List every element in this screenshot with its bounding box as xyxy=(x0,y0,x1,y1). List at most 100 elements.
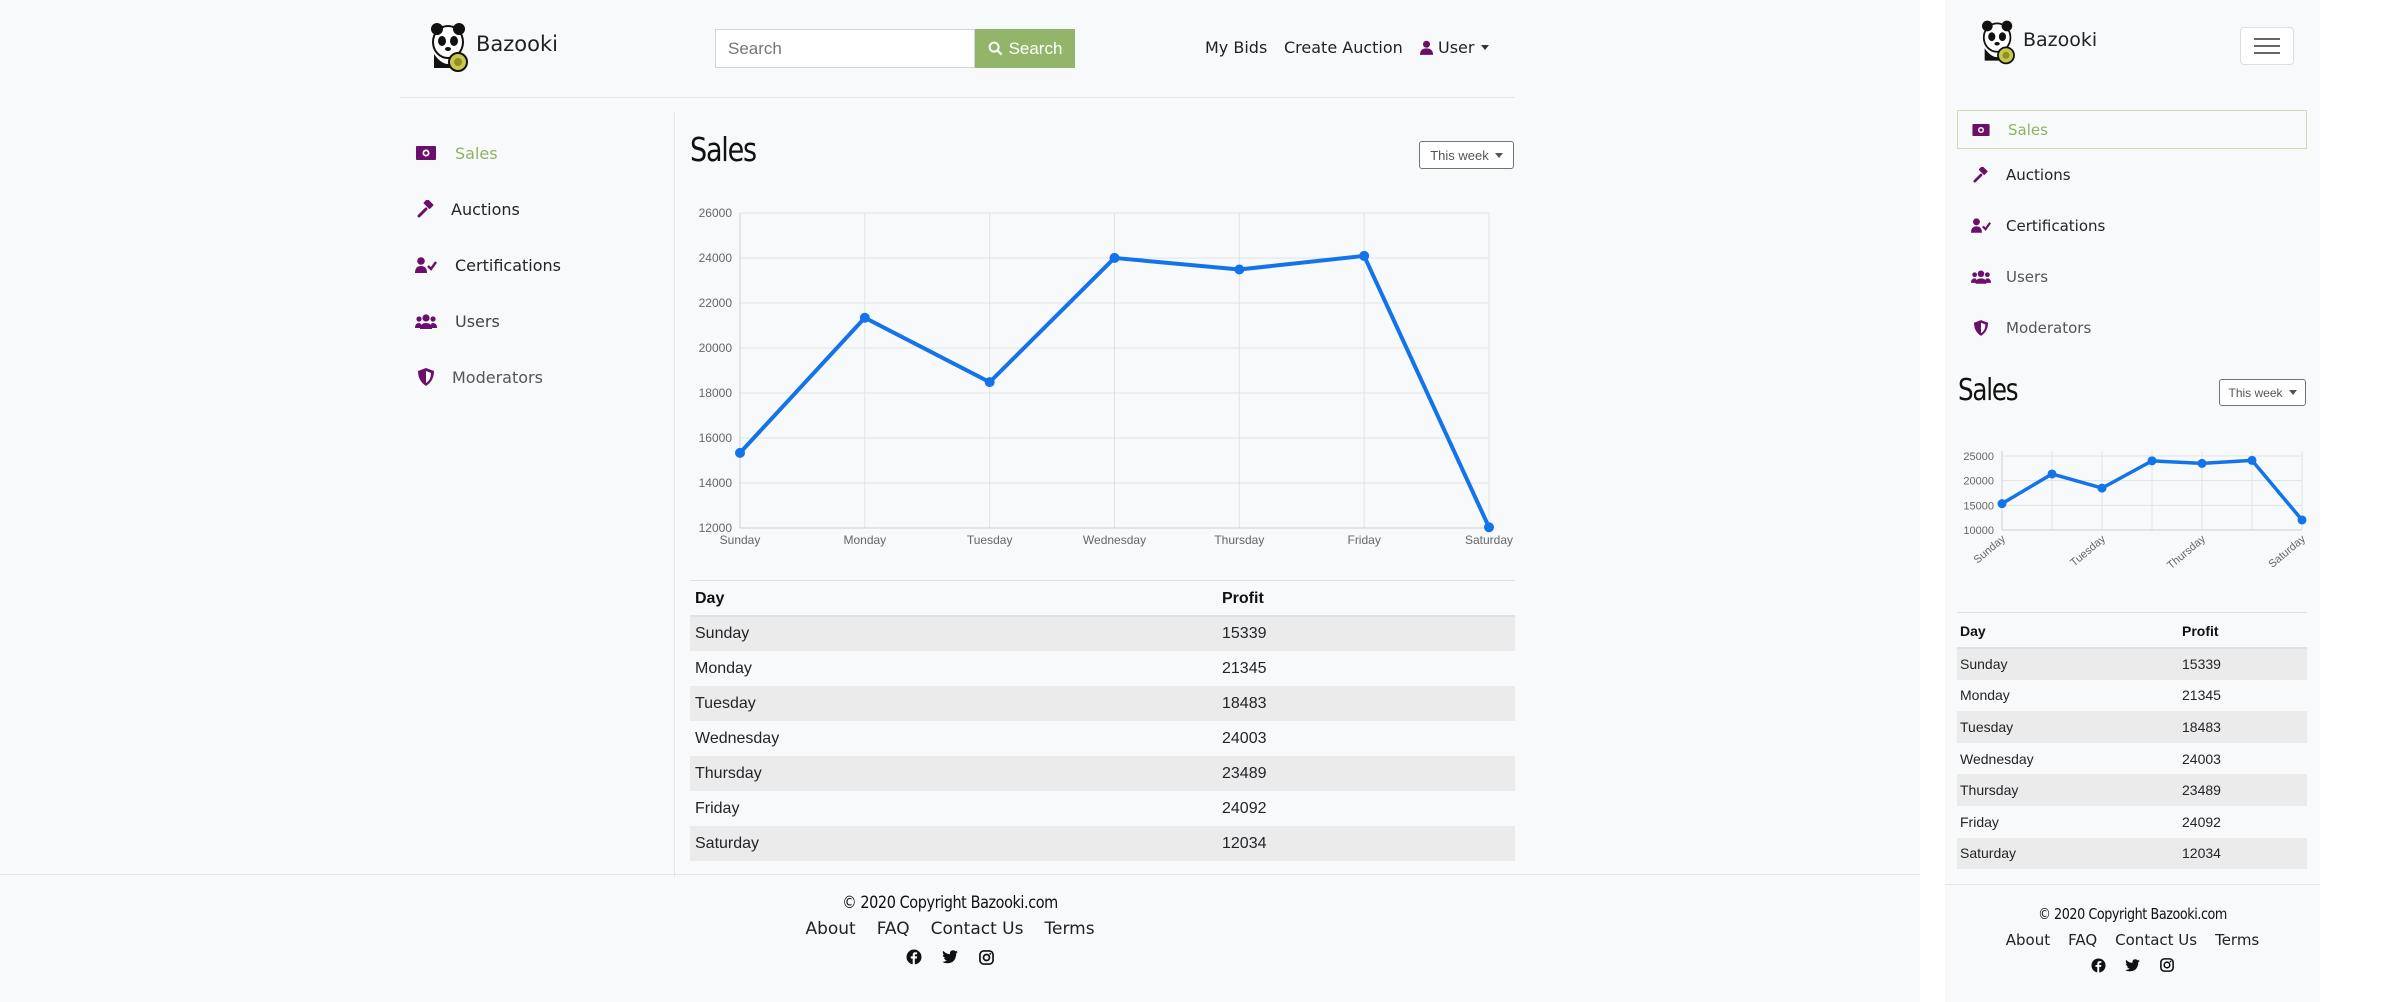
facebook-icon[interactable] xyxy=(905,948,923,966)
x-tick-label: Saturday xyxy=(2266,533,2307,571)
table-cell-profit: 24092 xyxy=(1222,799,1267,817)
header-divider xyxy=(400,97,1515,98)
mobile-period-dropdown[interactable]: This week xyxy=(2219,379,2306,406)
period-dropdown-label: This week xyxy=(1430,147,1489,163)
table-cell-day: Friday xyxy=(695,799,740,817)
table-cell-profit: 12034 xyxy=(2182,845,2221,862)
y-tick-label: 10000 xyxy=(1963,525,1994,537)
data-point xyxy=(1109,252,1120,263)
x-tick-label: Thursday xyxy=(2165,533,2208,572)
mobile-sales-line-chart: 10000 15000 20000 25000 Sunday Tuesday Thursda… xyxy=(1963,451,2307,572)
mobile-sidebar-item-moderators[interactable]: Moderators xyxy=(1957,302,2307,353)
table-cell-day: Friday xyxy=(1960,813,1999,830)
hamburger-icon-bar xyxy=(2254,45,2280,47)
sidebar-item-auctions[interactable]: Auctions xyxy=(415,181,665,237)
table-row: Friday 24092 xyxy=(690,791,1515,826)
menu-toggle-button[interactable] xyxy=(2240,27,2294,65)
table-cell-profit: 18483 xyxy=(1222,694,1267,712)
sales-line-chart: 1200014000160001800020000220002400026000… xyxy=(699,206,1513,547)
user-icon xyxy=(1420,40,1433,55)
x-tick-label: Friday xyxy=(1347,533,1380,547)
x-tick-label: Tuesday xyxy=(967,533,1013,547)
sidebar-item-users[interactable]: Users xyxy=(415,293,665,349)
footer-link-faq[interactable]: FAQ xyxy=(2068,931,2097,949)
twitter-icon[interactable] xyxy=(2124,956,2142,974)
y-tick-label: 22000 xyxy=(699,296,733,310)
table-cell-day: Monday xyxy=(1960,687,2010,704)
period-dropdown[interactable]: This week xyxy=(1419,141,1514,169)
x-tick-label: Thursday xyxy=(1214,533,1264,547)
search-button-label: Search xyxy=(1008,38,1063,58)
mobile-brand-name[interactable]: Bazooki xyxy=(2023,29,2097,51)
hamburger-icon-bar xyxy=(2254,52,2280,54)
mobile-footer: © 2020 Copyright Bazooki.com About FAQ C… xyxy=(1945,905,2320,974)
footer-link-about[interactable]: About xyxy=(805,919,855,939)
data-point xyxy=(735,447,745,458)
table-cell-day: Saturday xyxy=(695,834,760,852)
table-cell-profit: 12034 xyxy=(1222,834,1267,852)
sidebar-item-label: Users xyxy=(2006,267,2049,286)
table-cell-day: Monday xyxy=(695,659,752,677)
y-tick-label: 15000 xyxy=(1963,500,1994,512)
gavel-icon xyxy=(1970,165,1992,185)
mobile-sidebar-item-users[interactable]: Users xyxy=(1957,251,2307,302)
sidebar-item-label: Moderators xyxy=(2006,318,2092,337)
instagram-icon[interactable] xyxy=(977,948,995,966)
x-tick-label: Wednesday xyxy=(1083,533,1146,547)
x-tick-label: Sunday xyxy=(720,533,761,547)
chevron-down-icon xyxy=(1481,45,1490,50)
footer-link-faq[interactable]: FAQ xyxy=(877,919,910,939)
table-header-row: Day Profit xyxy=(690,582,1515,616)
users-icon xyxy=(1970,267,1992,287)
table-row: Tuesday 18483 xyxy=(690,686,1515,721)
table-cell-day: Tuesday xyxy=(695,694,756,712)
search-button[interactable]: Search xyxy=(975,29,1075,68)
mobile-sidebar-item-auctions[interactable]: Auctions xyxy=(1957,149,2307,200)
table-header-row: Day Profit xyxy=(1957,614,2307,648)
sidebar-item-label: Users xyxy=(455,311,500,331)
panda-logo-icon xyxy=(1982,20,2015,65)
shield-icon xyxy=(415,367,437,387)
column-header-profit: Profit xyxy=(1222,589,1264,607)
data-point xyxy=(1234,264,1245,275)
footer-link-terms[interactable]: Terms xyxy=(1045,919,1095,939)
column-header-profit: Profit xyxy=(2182,622,2219,639)
footer-link-contact[interactable]: Contact Us xyxy=(2115,931,2197,949)
search-input[interactable] xyxy=(715,29,975,68)
panda-logo-icon xyxy=(431,23,468,72)
mobile-brand-logo[interactable] xyxy=(1979,18,2017,66)
table-row: Wednesday 24003 xyxy=(1957,743,2307,775)
facebook-icon[interactable] xyxy=(2090,956,2108,974)
data-point xyxy=(2047,469,2057,479)
mobile-sidebar-item-certifications[interactable]: Certifications xyxy=(1957,200,2307,251)
nav-user-dropdown[interactable]: User xyxy=(1420,38,1490,57)
y-tick-label: 20000 xyxy=(1963,476,1994,488)
chevron-down-icon xyxy=(2288,390,2297,395)
nav-my-bids[interactable]: My Bids xyxy=(1205,38,1267,57)
table-cell-profit: 24003 xyxy=(2182,750,2221,767)
table-row: Thursday 23489 xyxy=(690,756,1515,791)
brand-name[interactable]: Bazooki xyxy=(476,32,558,56)
instagram-icon[interactable] xyxy=(2158,956,2176,974)
sidebar-item-sales[interactable]: Sales xyxy=(415,125,665,181)
footer-link-terms[interactable]: Terms xyxy=(2215,931,2259,949)
footer-link-about[interactable]: About xyxy=(2006,931,2050,949)
table-cell-profit: 24003 xyxy=(1222,729,1267,747)
search-icon xyxy=(988,41,1002,56)
table-cell-day: Sunday xyxy=(695,625,750,642)
sidebar-item-certifications[interactable]: Certifications xyxy=(415,237,665,293)
data-point xyxy=(1484,522,1494,533)
mobile-sidebar-item-sales[interactable]: Sales xyxy=(1957,110,2307,149)
table-row: Tuesday 18483 xyxy=(1957,711,2307,743)
mobile-page-title: Sales xyxy=(1958,373,2019,408)
table-row: Sunday 15339 xyxy=(1957,648,2307,680)
table-row: Wednesday 24003 xyxy=(690,721,1515,756)
nav-create-auction[interactable]: Create Auction xyxy=(1284,38,1403,57)
twitter-icon[interactable] xyxy=(941,948,959,966)
sidebar-item-moderators[interactable]: Moderators xyxy=(415,349,665,405)
table-cell-profit: 15339 xyxy=(2182,656,2221,673)
footer-link-contact[interactable]: Contact Us xyxy=(931,919,1024,939)
brand-logo[interactable] xyxy=(428,20,470,74)
mobile-footer-rule xyxy=(1945,884,2320,885)
table-row: Friday 24092 xyxy=(1957,806,2307,838)
